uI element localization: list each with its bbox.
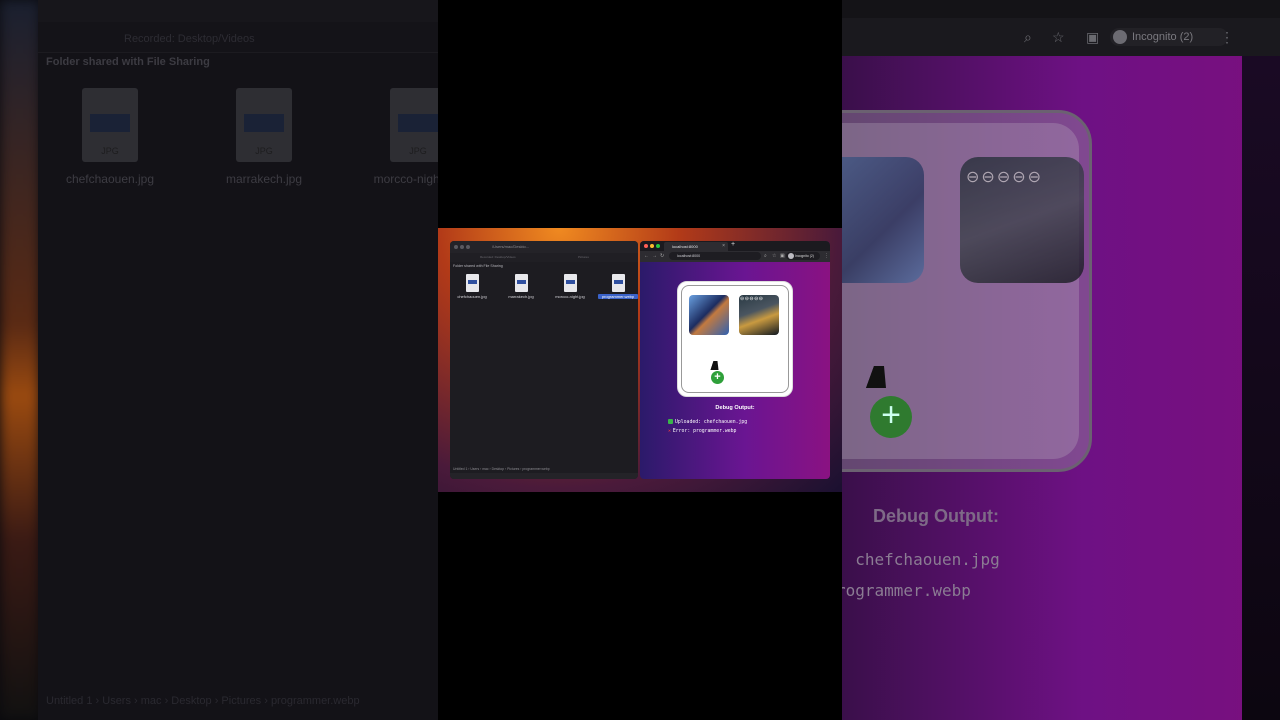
debug-title: Debug Output:: [715, 405, 755, 411]
uploaded-thumbnail[interactable]: [689, 295, 729, 335]
close-tab-icon[interactable]: ×: [722, 243, 725, 249]
uploaded-thumbnail[interactable]: ⊖⊖⊖⊖⊖: [739, 295, 779, 335]
finder-caption: Folder shared with File Sharing: [453, 264, 503, 268]
finder-tab-left[interactable]: Recorded: Desktop/Videos: [480, 255, 516, 259]
star-icon: ☆: [1052, 29, 1065, 45]
file-name: chefchaouen.jpg: [457, 294, 487, 299]
incognito-badge[interactable]: Incognito (2): [786, 252, 820, 260]
sidepanel-icon: ▣: [1086, 29, 1100, 45]
forward-icon[interactable]: →: [652, 253, 657, 259]
file-item[interactable]: chefchaouen.jpg: [452, 274, 492, 299]
file-name: programmer.webp: [598, 294, 638, 299]
finder-status-bar: [450, 473, 638, 479]
debug-line-blur: : chefchaouen.jpg: [842, 550, 1000, 569]
zoom-window-icon[interactable]: [656, 244, 660, 248]
back-icon[interactable]: ←: [644, 253, 649, 259]
debug-title-blur: Debug Output:: [873, 506, 999, 526]
add-image-button[interactable]: +: [711, 371, 724, 384]
finder-titlebar-blur: [38, 0, 438, 22]
breadcrumb[interactable]: Untitled 1 › Users › mac › Desktop › Pic…: [453, 467, 550, 471]
star-icon[interactable]: ☆: [772, 253, 776, 259]
webp-file-icon: [611, 274, 625, 292]
file-icon-blur: JPG morcco-night.jpg: [358, 88, 438, 186]
file-icon-blur: JPG marrakech.jpg: [204, 88, 324, 186]
browser-tab[interactable]: localhost:8000 ×: [664, 242, 728, 251]
reload-icon[interactable]: ↻: [660, 253, 664, 259]
file-name: morcco-night.jpg: [555, 294, 585, 299]
tab-title: localhost:8000: [672, 244, 698, 249]
desktop-wallpaper: [0, 0, 40, 720]
debug-line: Uploaded: chefchaouen.jpg: [668, 419, 747, 425]
finder-tab-right[interactable]: Pictures: [578, 255, 589, 259]
url-text: localhost:8000: [677, 254, 701, 258]
file-icon-blur: JPG chefchaouen.jpg: [50, 88, 170, 186]
debug-line-text: Error: programmer.webp: [672, 429, 737, 434]
jpg-file-icon: [514, 274, 528, 292]
minimize-window-icon[interactable]: [460, 245, 464, 249]
browser-toolbar: ← → ↻ localhost:8000 ⌕ ☆ ▣ Incognito (2)…: [640, 251, 830, 262]
jpg-file-icon: [563, 274, 577, 292]
minimize-window-icon[interactable]: [650, 244, 654, 248]
close-window-icon[interactable]: [644, 244, 648, 248]
incognito-badge-blur: Incognito (2): [1110, 28, 1228, 46]
window-edge: [1242, 56, 1280, 720]
new-tab-icon[interactable]: +: [731, 241, 735, 248]
debug-line-blur: rogrammer.webp: [842, 581, 971, 600]
thumbnail-blur: [842, 157, 924, 283]
breadcrumb-blur: Untitled 1 › Users › mac › Desktop › Pic…: [46, 695, 360, 707]
background-browser-blur: ⌕ ☆ ▣ Incognito (2) ⋮ ⊖⊖⊖⊖⊖ + Debug Outp…: [842, 0, 1280, 720]
finder-window: /Users/mac/Deskto... Recorded: Desktop/V…: [450, 241, 638, 479]
screen-recording-clip: /Users/mac/Deskto... Recorded: Desktop/V…: [438, 228, 842, 492]
background-finder-blur: Recorded: Desktop/Videos Folder shared w…: [0, 0, 438, 720]
finder-path-title: /Users/mac/Deskto...: [492, 244, 530, 249]
file-name: marrakech.jpg: [508, 294, 534, 299]
add-icon-blur: +: [870, 396, 912, 438]
debug-line: ✕ Error: programmer.webp: [668, 429, 736, 434]
finder-caption-blur: Folder shared with File Sharing: [46, 56, 210, 68]
finder-tab-label-blur: Recorded: Desktop/Videos: [124, 33, 255, 45]
close-window-icon[interactable]: [454, 245, 458, 249]
thumbnail-blur: ⊖⊖⊖⊖⊖: [960, 157, 1084, 283]
browser-window: localhost:8000 × + ← → ↻ localhost:8000 …: [640, 241, 830, 479]
jpg-file-icon: [465, 274, 479, 292]
zoom-icon[interactable]: ⌕: [764, 253, 767, 259]
zoom-icon: ⌕: [1024, 29, 1032, 45]
browser-tabbar-blur: [842, 0, 1280, 18]
zoom-window-icon[interactable]: [466, 245, 470, 249]
address-bar[interactable]: localhost:8000: [669, 252, 761, 260]
menu-kebab-icon[interactable]: ⋮: [824, 253, 829, 259]
finder-tabs: Recorded: Desktop/Videos Pictures: [450, 253, 638, 262]
error-x-icon: ✕: [668, 429, 671, 434]
finder-titlebar: /Users/mac/Deskto...: [450, 241, 638, 253]
browser-chrome-blur: ⌕ ☆ ▣ Incognito (2) ⋮: [842, 0, 1280, 56]
menu-kebab-icon: ⋮: [1220, 29, 1234, 45]
file-item[interactable]: marrakech.jpg: [501, 274, 541, 299]
check-icon: [668, 419, 673, 424]
sidepanel-icon[interactable]: ▣: [780, 253, 785, 259]
file-item-selected[interactable]: programmer.webp: [598, 274, 638, 299]
browser-tabbar: localhost:8000 × +: [640, 241, 830, 251]
file-item[interactable]: morcco-night.jpg: [550, 274, 590, 299]
debug-line-text: Uploaded: chefchaouen.jpg: [675, 420, 748, 425]
